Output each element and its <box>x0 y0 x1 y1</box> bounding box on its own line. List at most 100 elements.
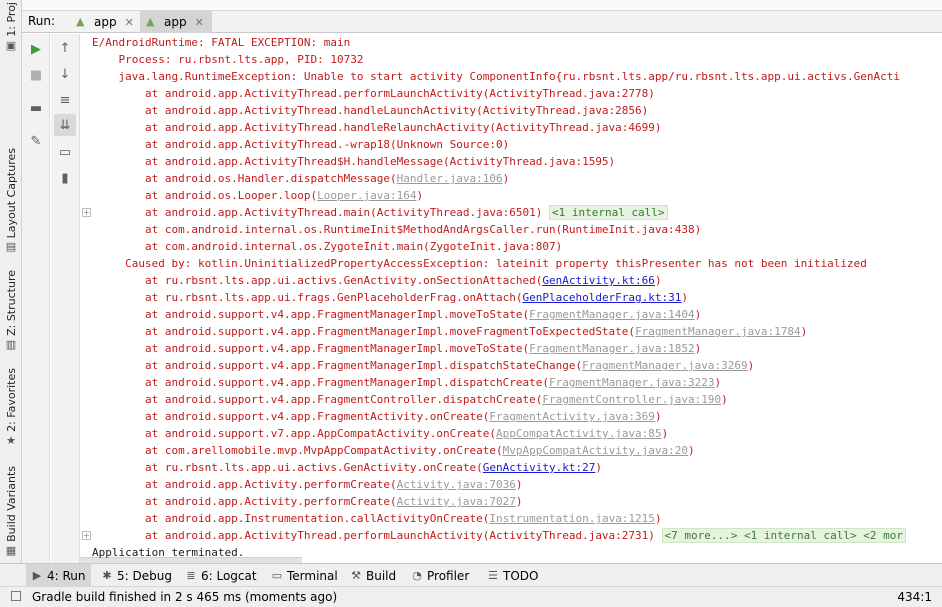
trash-icon[interactable]: ▮ <box>54 167 76 189</box>
tool-tab-label: Build <box>366 568 397 583</box>
tool-tab-favorites[interactable]: 2: Favorites ★ <box>2 368 20 447</box>
tool-tab-build[interactable]: ⚒ Build <box>345 564 401 587</box>
tool-tab-run[interactable]: ▶ 4: Run <box>26 564 91 587</box>
terminal-icon: ▭ <box>271 568 283 582</box>
run-tab-app-2[interactable]: ▲ app ✕ <box>140 11 212 33</box>
console-text: at ru.rbsnt.lts.app.ui.activs.GenActivit… <box>92 274 543 287</box>
source-link[interactable]: FragmentManager.java:3269 <box>582 359 748 372</box>
up-arrow-icon[interactable]: ↑ <box>54 37 76 59</box>
close-icon[interactable]: ✕ <box>125 16 134 29</box>
console-line: at ru.rbsnt.lts.app.ui.activs.GenActivit… <box>92 272 662 289</box>
source-link[interactable]: GenActivity.kt:66 <box>542 274 655 287</box>
tool-tab-structure[interactable]: Z: Structure ▥ <box>2 270 20 351</box>
tool-tab-build-variants[interactable]: Build Variants ▦ <box>2 466 20 557</box>
console-line: at android.app.ActivityThread.-wrap18(Un… <box>92 136 509 153</box>
build-variants-icon: ▦ <box>5 543 17 557</box>
console-text: at android.support.v7.app.AppCompatActiv… <box>92 427 496 440</box>
console-line: at android.app.ActivityThread.handleLaun… <box>92 102 648 119</box>
tool-tab-profiler[interactable]: ◔ Profiler <box>406 564 474 587</box>
console-text: at android.app.Instrumentation.callActiv… <box>92 512 490 525</box>
console-text: ) <box>800 325 808 338</box>
tool-tab-terminal[interactable]: ▭ Terminal <box>266 564 343 587</box>
console-line: at com.android.internal.os.ZygoteInit.ma… <box>92 238 562 255</box>
console-line: at android.app.ActivityThread.performLau… <box>92 527 906 544</box>
console-text: ) <box>721 393 728 406</box>
source-link[interactable]: Activity.java:7027 <box>397 495 516 508</box>
folder-icon: ▣ <box>5 38 17 52</box>
tool-tab-logcat[interactable]: ≣ 6: Logcat <box>180 564 262 587</box>
source-link[interactable]: MvpAppCompatActivity.java:20 <box>503 444 688 457</box>
source-link[interactable]: FragmentManager.java:3223 <box>549 376 715 389</box>
console-text: at android.app.Activity.performCreate( <box>92 495 397 508</box>
source-link[interactable]: Instrumentation.java:1215 <box>489 512 655 525</box>
console-line: at android.support.v4.app.FragmentManage… <box>92 306 701 323</box>
console-text: at android.app.ActivityThread.handleLaun… <box>92 104 649 117</box>
source-link[interactable]: AppCompatActivity.java:85 <box>496 427 662 440</box>
console-text: ) <box>654 274 662 287</box>
source-link[interactable]: FragmentActivity.java:369 <box>489 410 655 423</box>
source-link[interactable]: Handler.java:106 <box>397 172 503 185</box>
console-line: at android.support.v4.app.FragmentManage… <box>92 323 807 340</box>
run-tool-window-header: Run: ▲ app ✕ ▲ app ✕ <box>22 11 942 33</box>
console-output[interactable]: E/AndroidRuntime: FATAL EXCEPTION: main … <box>80 34 942 563</box>
structure-icon: ▥ <box>5 337 17 351</box>
console-line: at android.support.v7.app.AppCompatActiv… <box>92 425 668 442</box>
scroll-to-end-icon[interactable]: ⇊ <box>54 114 76 136</box>
console-text: java.lang.RuntimeException: Unable to st… <box>92 70 900 83</box>
profiler-icon: ◔ <box>412 568 422 582</box>
source-link[interactable]: Looper.java:164 <box>317 189 416 202</box>
run-icon[interactable]: ▶ <box>25 38 47 60</box>
status-bar: Gradle build finished in 2 s 465 ms (mom… <box>0 587 942 607</box>
tool-tab-debug[interactable]: ✱ 5: Debug <box>96 564 177 587</box>
source-link[interactable]: Activity.java:7036 <box>397 478 516 491</box>
console-text: at android.app.ActivityThread.performLau… <box>92 87 655 100</box>
console-text: Caused by: kotlin.UninitializedPropertyA… <box>92 257 867 270</box>
console-text: ) <box>502 172 510 185</box>
console-text: at android.os.Looper.loop( <box>92 189 318 202</box>
console-line: at android.app.Activity.performCreate(Ac… <box>92 493 523 510</box>
tool-windows-toggle-icon[interactable] <box>11 591 21 601</box>
folded-calls[interactable]: <1 internal call> <box>548 205 668 220</box>
fold-gutter-icon[interactable]: + <box>82 208 91 217</box>
editor-top-edge <box>22 0 942 11</box>
console-line: at android.app.Activity.performCreate(Ac… <box>92 476 523 493</box>
pin-icon[interactable]: ✎ <box>25 130 47 152</box>
source-link[interactable]: FragmentManager.java:1852 <box>529 342 695 355</box>
tool-tab-label: 2: Favorites <box>4 368 18 432</box>
print-icon[interactable]: ▭ <box>54 141 76 163</box>
tool-tab-label: Layout Captures <box>4 148 18 239</box>
stop-icon[interactable]: ■ <box>25 64 47 86</box>
source-link[interactable]: FragmentManager.java:1784 <box>635 325 801 338</box>
folded-calls[interactable]: <7 more...> <1 internal call> <2 mor <box>661 528 906 543</box>
source-link[interactable]: GenActivity.kt:27 <box>483 461 596 474</box>
source-link[interactable]: FragmentManager.java:1404 <box>529 308 695 321</box>
layout-icon[interactable]: ▬ <box>25 97 47 119</box>
console-line: at android.app.Instrumentation.callActiv… <box>92 510 662 527</box>
source-link[interactable]: GenPlaceholderFrag.kt:31 <box>522 291 681 304</box>
tool-tab-label: TODO <box>503 568 539 583</box>
fold-gutter-icon[interactable]: + <box>82 531 91 540</box>
down-arrow-icon[interactable]: ↓ <box>54 63 76 85</box>
soft-wrap-icon[interactable]: ≡ <box>54 89 76 111</box>
source-link[interactable]: FragmentController.java:190 <box>542 393 721 406</box>
run-tab-app-1[interactable]: ▲ app ✕ <box>70 11 140 33</box>
close-icon[interactable]: ✕ <box>195 16 204 29</box>
layout-capture-icon: ▤ <box>5 240 17 254</box>
console-text: at android.app.ActivityThread.-wrap18(Un… <box>92 138 510 151</box>
run-tab-label: app <box>164 15 187 29</box>
console-text: at android.app.Activity.performCreate( <box>92 478 397 491</box>
tool-tab-todo[interactable]: ☰ TODO <box>482 564 543 587</box>
console-text: at android.support.v4.app.FragmentManage… <box>92 308 530 321</box>
bug-icon: ✱ <box>102 568 112 582</box>
tool-tab-label: Terminal <box>287 568 338 583</box>
console-text: at com.android.internal.os.RuntimeInit$M… <box>92 223 702 236</box>
console-line: at ru.rbsnt.lts.app.ui.frags.GenPlacehol… <box>92 289 688 306</box>
tool-tab-label: 6: Logcat <box>201 568 257 583</box>
console-text: ) <box>654 512 662 525</box>
tool-tab-project[interactable]: 1: Proj ▣ <box>2 2 20 52</box>
tool-tab-layout-captures[interactable]: Layout Captures ▤ <box>2 148 20 253</box>
console-line: at android.support.v4.app.FragmentManage… <box>92 374 721 391</box>
hammer-icon: ⚒ <box>351 568 361 582</box>
caret-position[interactable]: 434:1 <box>897 590 932 604</box>
console-text: at com.android.internal.os.ZygoteInit.ma… <box>92 240 563 253</box>
